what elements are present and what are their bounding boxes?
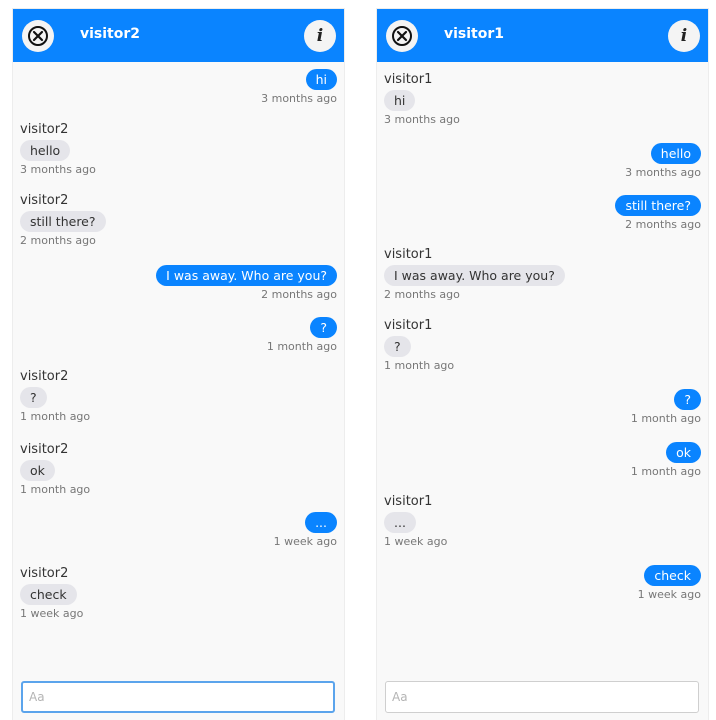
outgoing-message: still there? 2 months ago bbox=[384, 195, 701, 232]
message-input[interactable] bbox=[385, 681, 699, 713]
message-sender: visitor1 bbox=[384, 247, 433, 262]
message-bubble: ? bbox=[384, 336, 411, 357]
outgoing-message: ? 1 month ago bbox=[20, 317, 337, 354]
message-bubble: ok bbox=[20, 460, 55, 481]
message-bubble: I was away. Who are you? bbox=[384, 265, 565, 286]
close-icon bbox=[392, 26, 412, 46]
message-bubble: still there? bbox=[615, 195, 701, 216]
message-timestamp: 1 week ago bbox=[637, 588, 701, 601]
message-bubble: hello bbox=[20, 140, 71, 161]
message-timestamp: 1 week ago bbox=[384, 535, 448, 548]
message-sender: visitor2 bbox=[20, 369, 69, 384]
message-timestamp: 1 week ago bbox=[273, 535, 337, 548]
incoming-message: visitor1? 1 month ago bbox=[384, 318, 701, 373]
message-timestamp: 3 months ago bbox=[261, 92, 337, 105]
incoming-message: visitor2 still there? 2 months ago bbox=[20, 193, 337, 248]
message-timestamp: 3 months ago bbox=[384, 113, 460, 126]
message-list: visitor1 hi 3 months ago hello 3 months ago s… bbox=[377, 9, 708, 720]
close-button[interactable] bbox=[22, 20, 54, 52]
message-bubble: hello bbox=[650, 143, 701, 164]
message-timestamp: 3 months ago bbox=[20, 163, 96, 176]
chat-header: visitor1 i bbox=[377, 9, 708, 62]
message-input[interactable] bbox=[21, 681, 335, 713]
message-timestamp: 2 months ago bbox=[261, 288, 337, 301]
incoming-message: visitor2? 1 month ago bbox=[20, 369, 337, 424]
message-bubble: hi bbox=[384, 90, 416, 111]
message-bubble: ok bbox=[666, 442, 701, 463]
message-bubble: check bbox=[20, 584, 77, 605]
chat-title: visitor2 bbox=[80, 26, 141, 42]
chat-window-visitor1: visitor1 hi 3 months ago hello 3 months ago s… bbox=[377, 9, 708, 720]
info-button[interactable]: i bbox=[668, 20, 700, 52]
message-timestamp: 1 month ago bbox=[266, 340, 337, 353]
message-bubble: ... bbox=[384, 512, 416, 533]
info-icon: i bbox=[680, 26, 688, 46]
incoming-message: visitor2 check 1 week ago bbox=[20, 566, 337, 621]
message-timestamp: 2 months ago bbox=[384, 288, 460, 301]
message-timestamp: 1 month ago bbox=[20, 410, 91, 423]
message-timestamp: 1 month ago bbox=[20, 483, 91, 496]
message-timestamp: 1 week ago bbox=[20, 607, 84, 620]
incoming-message: visitor1 I was away. Who are you? 2 months… bbox=[384, 247, 701, 302]
message-timestamp: 1 month ago bbox=[384, 359, 455, 372]
message-sender: visitor2 bbox=[20, 442, 69, 457]
outgoing-message: I was away. Who are you? 2 months ago bbox=[20, 265, 337, 302]
message-timestamp: 1 month ago bbox=[630, 465, 701, 478]
incoming-message: visitor2 ok 1 month ago bbox=[20, 442, 337, 497]
message-sender: visitor2 bbox=[20, 193, 69, 208]
message-bubble: check bbox=[644, 565, 701, 586]
message-sender: visitor2 bbox=[20, 122, 69, 137]
message-bubble: still there? bbox=[20, 211, 106, 232]
message-timestamp: 2 months ago bbox=[625, 218, 701, 231]
message-bubble: ? bbox=[674, 389, 701, 410]
message-sender: visitor1 bbox=[384, 72, 433, 87]
message-bubble: ? bbox=[310, 317, 337, 338]
chat-header: visitor2 i bbox=[13, 9, 344, 62]
message-bubble: ... bbox=[305, 512, 337, 533]
incoming-message: visitor1 hi 3 months ago bbox=[384, 72, 701, 127]
message-timestamp: 2 months ago bbox=[20, 234, 96, 247]
outgoing-message: ok 1 month ago bbox=[384, 442, 701, 479]
outgoing-message: hi 3 months ago bbox=[20, 69, 337, 106]
message-sender: visitor1 bbox=[384, 494, 433, 509]
incoming-message: visitor2 hello 3 months ago bbox=[20, 122, 337, 177]
info-button[interactable]: i bbox=[304, 20, 336, 52]
outgoing-message: ... 1 week ago bbox=[20, 512, 337, 549]
chat-window-visitor2: hi 3 months ago visitor2 hello 3 months ago v… bbox=[13, 9, 344, 720]
message-sender: visitor1 bbox=[384, 318, 433, 333]
message-list: hi 3 months ago visitor2 hello 3 months ago v… bbox=[13, 9, 344, 720]
close-icon bbox=[28, 26, 48, 46]
message-bubble: I was away. Who are you? bbox=[156, 265, 337, 286]
outgoing-message: check 1 week ago bbox=[384, 565, 701, 602]
message-timestamp: 1 month ago bbox=[630, 412, 701, 425]
message-bubble: hi bbox=[305, 69, 337, 90]
info-icon: i bbox=[316, 26, 324, 46]
incoming-message: visitor1... 1 week ago bbox=[384, 494, 701, 549]
chat-title: visitor1 bbox=[444, 26, 505, 42]
message-bubble: ? bbox=[20, 387, 47, 408]
close-button[interactable] bbox=[386, 20, 418, 52]
message-sender: visitor2 bbox=[20, 566, 69, 581]
outgoing-message: hello 3 months ago bbox=[384, 143, 701, 180]
message-timestamp: 3 months ago bbox=[625, 166, 701, 179]
outgoing-message: ? 1 month ago bbox=[384, 389, 701, 426]
